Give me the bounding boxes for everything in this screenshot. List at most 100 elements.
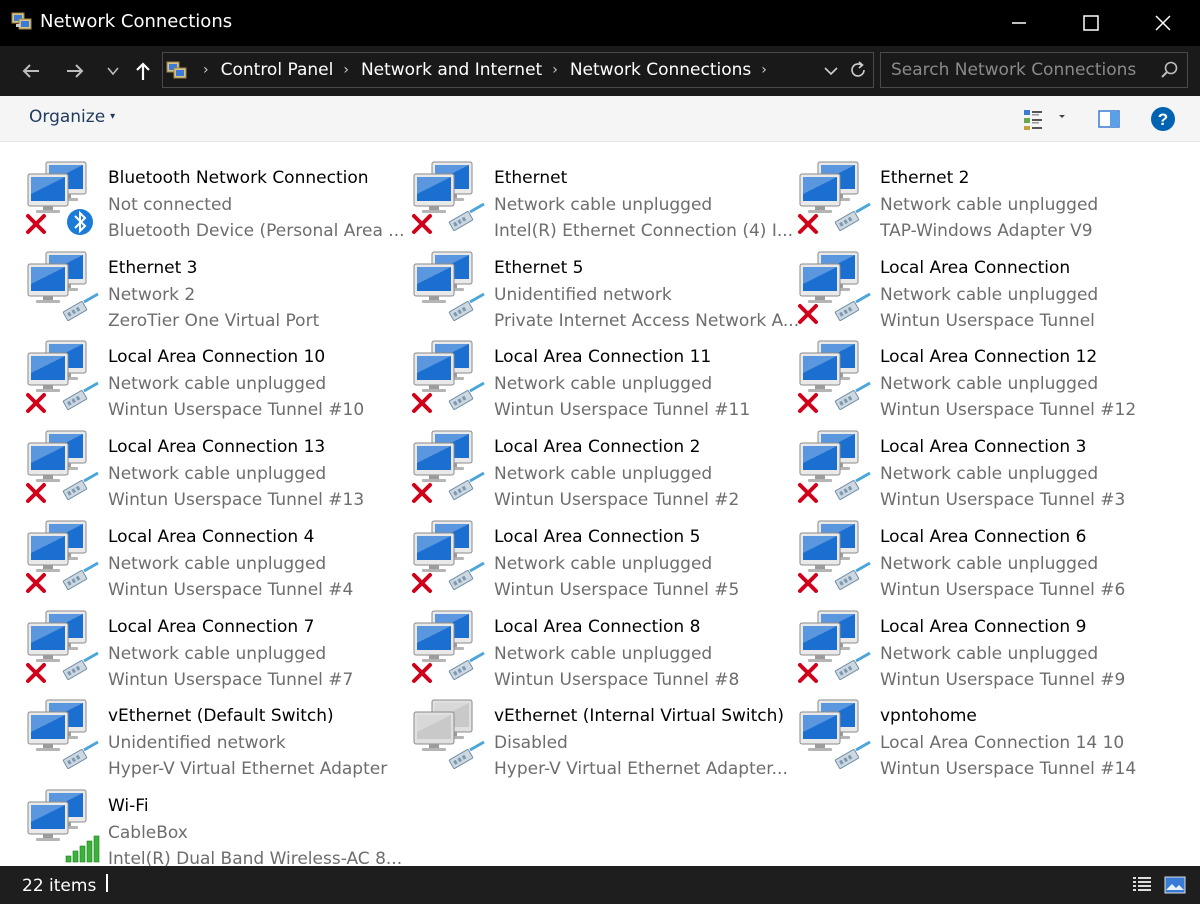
maximize-button[interactable] [1068,0,1114,46]
ethernet-adapter-icon [412,610,485,683]
connection-device: Wintun Userspace Tunnel #5 [494,580,740,600]
connection-item[interactable]: Local Area Connection Network cable unplu… [796,244,1176,331]
connection-name: vEthernet (Internal Virtual Switch) [494,706,785,726]
connection-item[interactable]: Local Area Connection 7 Network cable unp… [24,603,404,690]
connection-device: Wintun Userspace Tunnel #6 [880,580,1126,600]
address-bar[interactable]: › Control Panel › Network and Internet ›… [162,52,874,88]
connection-device: Wintun Userspace Tunnel #12 [880,400,1137,420]
breadcrumb-separator-icon[interactable]: › [203,62,209,78]
text-cursor [106,874,108,892]
connection-item[interactable]: Local Area Connection 10 Network cable un… [24,333,404,420]
connection-item[interactable]: Bluetooth Network Connection Not connecte… [24,154,405,241]
breadcrumb-separator-icon[interactable]: › [343,62,349,78]
ethernet-adapter-icon [798,610,871,683]
connection-name: Wi-Fi [108,796,149,816]
recent-locations-button[interactable] [100,58,126,84]
connection-name: Ethernet 5 [494,258,584,278]
connection-name: vEthernet (Default Switch) [108,706,334,726]
connection-item[interactable]: Local Area Connection 5 Network cable unp… [410,513,790,600]
connection-name: Local Area Connection 10 [108,347,326,367]
connection-item[interactable]: vEthernet (Internal Virtual Switch) Disab… [410,692,790,779]
connection-item[interactable]: Wi-Fi CableBox Intel(R) Dual Band Wireless… [24,782,404,869]
connection-device: Private Internet Access Network A... [494,311,800,331]
connection-device: TAP-Windows Adapter V9 [880,221,1093,241]
navigation-bar: › Control Panel › Network and Internet ›… [0,46,1200,96]
ethernet-adapter-icon [412,430,485,503]
connection-name: vpntohome [880,706,977,726]
connection-item[interactable]: Local Area Connection 2 Network cable unp… [410,423,790,510]
search-icon[interactable] [1159,60,1179,80]
preview-pane-icon[interactable] [1096,106,1122,132]
command-bar: Organize ▾ [0,96,1200,142]
minimize-icon [1012,22,1026,24]
connection-name: Ethernet [494,168,568,188]
connection-status: Network 2 [108,285,196,305]
connection-status: Network cable unplugged [108,554,327,574]
connection-item[interactable]: Local Area Connection 4 Network cable unp… [24,513,404,600]
connection-item[interactable]: Ethernet Network cable unplugged Intel(R) … [410,154,794,241]
connection-item[interactable]: Local Area Connection 12 Network cable un… [796,333,1176,420]
breadcrumb-separator-icon[interactable]: › [552,62,558,78]
refresh-icon[interactable] [847,59,869,81]
connection-status: Network cable unplugged [880,195,1099,215]
organize-button[interactable]: Organize ▾ [29,107,115,127]
connection-item[interactable]: vpntohome Local Area Connection 14 10 Wint… [796,692,1176,779]
help-icon[interactable]: ? [1150,106,1176,132]
breadcrumb-network-connections[interactable]: Network Connections [570,60,751,80]
connection-status: Network cable unplugged [108,464,327,484]
breadcrumb-network-and-internet[interactable]: Network and Internet [361,60,542,80]
large-icons-view-icon[interactable] [1164,876,1186,894]
connection-name: Local Area Connection 8 [494,617,701,637]
connection-device: ZeroTier One Virtual Port [108,311,320,331]
maximize-icon [1083,15,1099,31]
connection-item[interactable]: Local Area Connection 11 Network cable un… [410,333,790,420]
forward-button[interactable] [62,58,88,84]
close-icon [1155,15,1171,31]
arrow-left-icon [22,64,39,78]
ethernet-adapter-icon [798,251,871,324]
connection-item[interactable]: Local Area Connection 9 Network cable unp… [796,603,1176,690]
connection-name: Local Area Connection 2 [494,437,701,457]
search-input[interactable]: Search Network Connections [880,52,1188,88]
window-title: Network Connections [40,11,233,32]
connection-device: Intel(R) Ethernet Connection (4) I... [494,221,794,241]
connection-item[interactable]: Ethernet 5 Unidentified network Private In… [410,244,799,331]
address-history-chevron-icon[interactable] [821,61,841,81]
connection-device: Wintun Userspace Tunnel #13 [108,490,365,510]
connection-status: Unidentified network [494,285,672,305]
close-button[interactable] [1140,0,1186,46]
connection-name: Local Area Connection [880,258,1071,278]
connection-device: Hyper-V Virtual Ethernet Adapter... [494,759,788,779]
connection-status: Network cable unplugged [494,644,713,664]
ethernet-adapter-icon [412,520,485,593]
ethernet-adapter-icon [412,340,485,413]
connection-item[interactable]: Ethernet 3 Network 2 ZeroTier One Virtual … [24,244,404,331]
ethernet-adapter-icon [27,251,99,321]
change-view-icon[interactable] [1022,106,1048,132]
connection-item[interactable]: Local Area Connection 3 Network cable unp… [796,423,1176,510]
back-button[interactable] [18,58,44,84]
connection-status: Network cable unplugged [494,374,713,394]
minimize-button[interactable] [996,0,1042,46]
connection-item[interactable]: Local Area Connection 6 Network cable unp… [796,513,1176,600]
title-bar: Network Connections [0,0,1200,46]
search-placeholder: Search Network Connections [891,60,1137,80]
up-button[interactable] [130,58,156,84]
connection-name: Local Area Connection 11 [494,347,712,367]
wifi-adapter-icon [27,789,100,863]
connection-name: Local Area Connection 9 [880,617,1087,637]
connection-item[interactable]: vEthernet (Default Switch) Unidentified n… [24,692,404,779]
connection-name: Bluetooth Network Connection [108,168,369,188]
connection-item[interactable]: Local Area Connection 8 Network cable unp… [410,603,790,690]
breadcrumb-control-panel[interactable]: Control Panel [221,60,334,80]
organize-label: Organize [29,107,106,127]
connection-name: Local Area Connection 4 [108,527,315,547]
ethernet-adapter-icon [26,520,99,593]
connection-item[interactable]: Ethernet 2 Network cable unplugged TAP-Win… [796,154,1176,241]
view-options-chevron-icon[interactable] [1056,110,1068,122]
details-view-icon[interactable] [1132,876,1152,894]
connection-item[interactable]: Local Area Connection 13 Network cable un… [24,423,404,510]
breadcrumb-separator-icon[interactable]: › [761,62,767,78]
connection-name: Local Area Connection 7 [108,617,315,637]
connection-name: Ethernet 3 [108,258,198,278]
